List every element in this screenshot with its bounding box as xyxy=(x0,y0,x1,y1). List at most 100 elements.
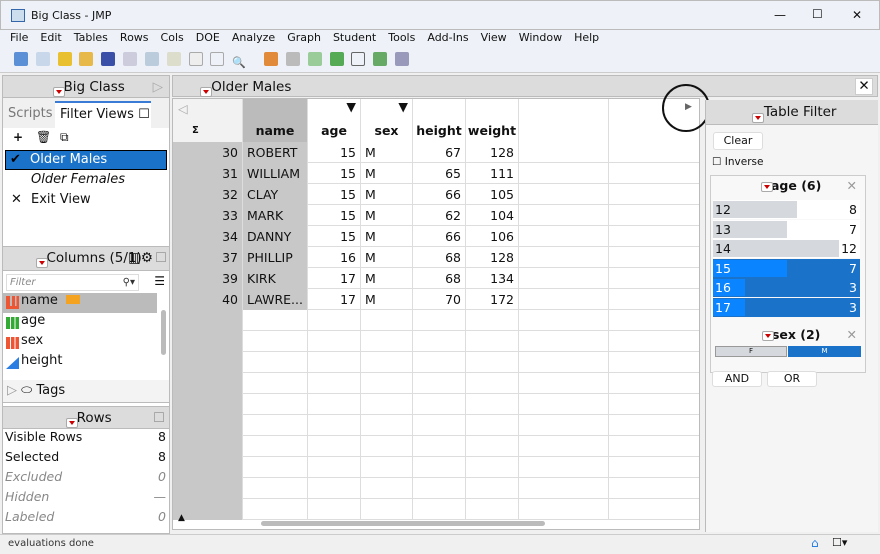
cut-icon[interactable] xyxy=(123,52,138,66)
row-number[interactable] xyxy=(173,478,243,499)
filter-options-icon[interactable]: ☰ xyxy=(154,274,165,288)
row-number[interactable]: 40 xyxy=(173,289,243,310)
grid-icon[interactable] xyxy=(307,52,322,66)
calculator-icon[interactable] xyxy=(285,52,300,66)
table-row[interactable]: 33 MARK 15 M 62 104 xyxy=(173,205,699,226)
remove-filter-icon[interactable]: ✕ xyxy=(847,178,857,193)
python-icon[interactable] xyxy=(57,52,72,66)
column-header-sex[interactable]: ▼ sex xyxy=(361,99,413,142)
view-item-older-males[interactable]: ✔ Older Males xyxy=(5,150,167,170)
row-number[interactable] xyxy=(173,436,243,457)
row-number[interactable] xyxy=(173,310,243,331)
checkbox-icon[interactable]: ☐ xyxy=(153,407,165,429)
horizontal-scrollbar[interactable] xyxy=(261,521,545,526)
view-item-older-females[interactable]: Older Females xyxy=(3,170,169,190)
column-item-sex[interactable]: sex xyxy=(3,333,169,353)
view-item-exit-view[interactable]: ✕ Exit View xyxy=(3,190,169,210)
column-header-age[interactable]: ▼ age xyxy=(308,99,361,142)
table-row[interactable] xyxy=(173,331,699,352)
paste-icon[interactable] xyxy=(166,52,181,66)
red-triangle-menu-icon[interactable] xyxy=(36,258,49,268)
table-row[interactable]: 31 WILLIAM 15 M 65 111 xyxy=(173,163,699,184)
expand-icon[interactable]: ▷ xyxy=(7,383,17,398)
table-row[interactable]: 39 KIRK 17 M 68 134 xyxy=(173,268,699,289)
search-dropdown-icon[interactable]: ⚲▾ xyxy=(123,275,135,290)
table-row[interactable] xyxy=(173,373,699,394)
age-level-17[interactable]: 17 3 xyxy=(713,297,860,317)
menu-student[interactable]: Student xyxy=(327,30,382,47)
inverse-checkbox[interactable]: ☐ Inverse xyxy=(712,156,763,168)
new-table-icon[interactable] xyxy=(14,52,28,66)
distribution-icon[interactable] xyxy=(329,52,344,66)
new-script-icon[interactable] xyxy=(35,52,50,66)
maximize-button[interactable]: ☐ xyxy=(812,7,823,21)
remove-filter-icon[interactable]: ✕ xyxy=(847,327,857,342)
row-number[interactable]: 34 xyxy=(173,226,243,247)
menu-graph[interactable]: Graph xyxy=(281,30,327,47)
age-level-13[interactable]: 13 7 xyxy=(713,219,860,239)
row-number[interactable] xyxy=(173,415,243,436)
menu-help[interactable]: Help xyxy=(568,30,605,47)
table-row[interactable] xyxy=(173,415,699,436)
table-row[interactable]: 34 DANNY 15 M 66 106 xyxy=(173,226,699,247)
table-row[interactable] xyxy=(173,457,699,478)
column-header-name[interactable]: name xyxy=(243,99,308,142)
table-row[interactable]: 32 CLAY 15 M 66 105 xyxy=(173,184,699,205)
menu-tools[interactable]: Tools xyxy=(382,30,421,47)
row-number[interactable] xyxy=(173,457,243,478)
fit-model-icon[interactable] xyxy=(373,52,388,66)
table-row[interactable]: 37 PHILLIP 16 M 68 128 xyxy=(173,247,699,268)
row-number[interactable]: 30 xyxy=(173,142,243,163)
menu-analyze[interactable]: Analyze xyxy=(226,30,281,47)
column-item-age[interactable]: age xyxy=(3,313,169,333)
menu-doe[interactable]: DOE xyxy=(190,30,226,47)
menu-window[interactable]: Window xyxy=(513,30,568,47)
delete-icon[interactable]: 🗑 xyxy=(36,130,51,144)
menu-add-ins[interactable]: Add-Ins xyxy=(421,30,474,47)
age-level-12[interactable]: 12 8 xyxy=(713,200,860,219)
row-number[interactable] xyxy=(173,394,243,415)
checkbox-icon[interactable]: ☐ xyxy=(155,247,167,269)
sex-level-m[interactable]: M xyxy=(788,346,861,357)
column-header-height[interactable]: height xyxy=(413,99,466,142)
row-number[interactable]: 33 xyxy=(173,205,243,226)
menu-file[interactable]: File xyxy=(4,30,34,47)
home-icon[interactable]: ⌂ xyxy=(811,536,819,550)
save-icon[interactable] xyxy=(101,52,116,66)
column-filter-input[interactable]: Filter ⚲▾ xyxy=(6,274,139,291)
add-icon[interactable]: + xyxy=(13,130,23,144)
column-item-height[interactable]: height xyxy=(3,353,169,373)
copy-icon[interactable] xyxy=(144,52,159,66)
menu-edit[interactable]: Edit xyxy=(34,30,67,47)
red-triangle-menu-icon[interactable] xyxy=(200,87,212,97)
table-row[interactable] xyxy=(173,478,699,499)
row-number[interactable] xyxy=(173,331,243,352)
table-row[interactable]: 40 LAWRE... 17 M 70 172 xyxy=(173,289,699,310)
table-row[interactable] xyxy=(173,310,699,331)
menu-cols[interactable]: Cols xyxy=(155,30,190,47)
column-header-weight[interactable]: weight xyxy=(466,99,519,142)
search-icon[interactable]: 🔍 xyxy=(232,56,246,70)
data-grid[interactable]: ◁ Σ name ▼ age ▼ sex height weight ▶ 30 ROB… xyxy=(172,98,700,530)
menu-tables[interactable]: Tables xyxy=(68,30,114,47)
row-number[interactable]: 39 xyxy=(173,268,243,289)
or-button[interactable]: OR xyxy=(767,371,817,387)
red-triangle-menu-icon[interactable] xyxy=(760,182,773,192)
minimize-button[interactable]: — xyxy=(774,8,786,22)
tab-scripts[interactable]: Scripts xyxy=(8,106,52,121)
red-triangle-menu-icon[interactable] xyxy=(53,87,66,97)
close-button[interactable]: ✕ xyxy=(852,8,862,22)
row-number[interactable]: 32 xyxy=(173,184,243,205)
table-row[interactable] xyxy=(173,499,699,520)
menu-rows[interactable]: Rows xyxy=(114,30,155,47)
scroll-up-icon[interactable]: ▲ xyxy=(178,513,185,523)
age-level-15[interactable]: 15 7 xyxy=(713,258,860,278)
lock-icon[interactable] xyxy=(210,52,225,66)
red-triangle-menu-icon[interactable] xyxy=(66,418,79,428)
age-level-16[interactable]: 16 3 xyxy=(713,278,860,297)
data-table-icon[interactable] xyxy=(264,52,279,66)
row-number[interactable]: 31 xyxy=(173,163,243,184)
fit-y-by-x-icon[interactable] xyxy=(351,52,366,66)
age-level-14[interactable]: 14 12 xyxy=(713,239,860,258)
table-row[interactable]: 30 ROBERT 15 M 67 128 xyxy=(173,142,699,163)
